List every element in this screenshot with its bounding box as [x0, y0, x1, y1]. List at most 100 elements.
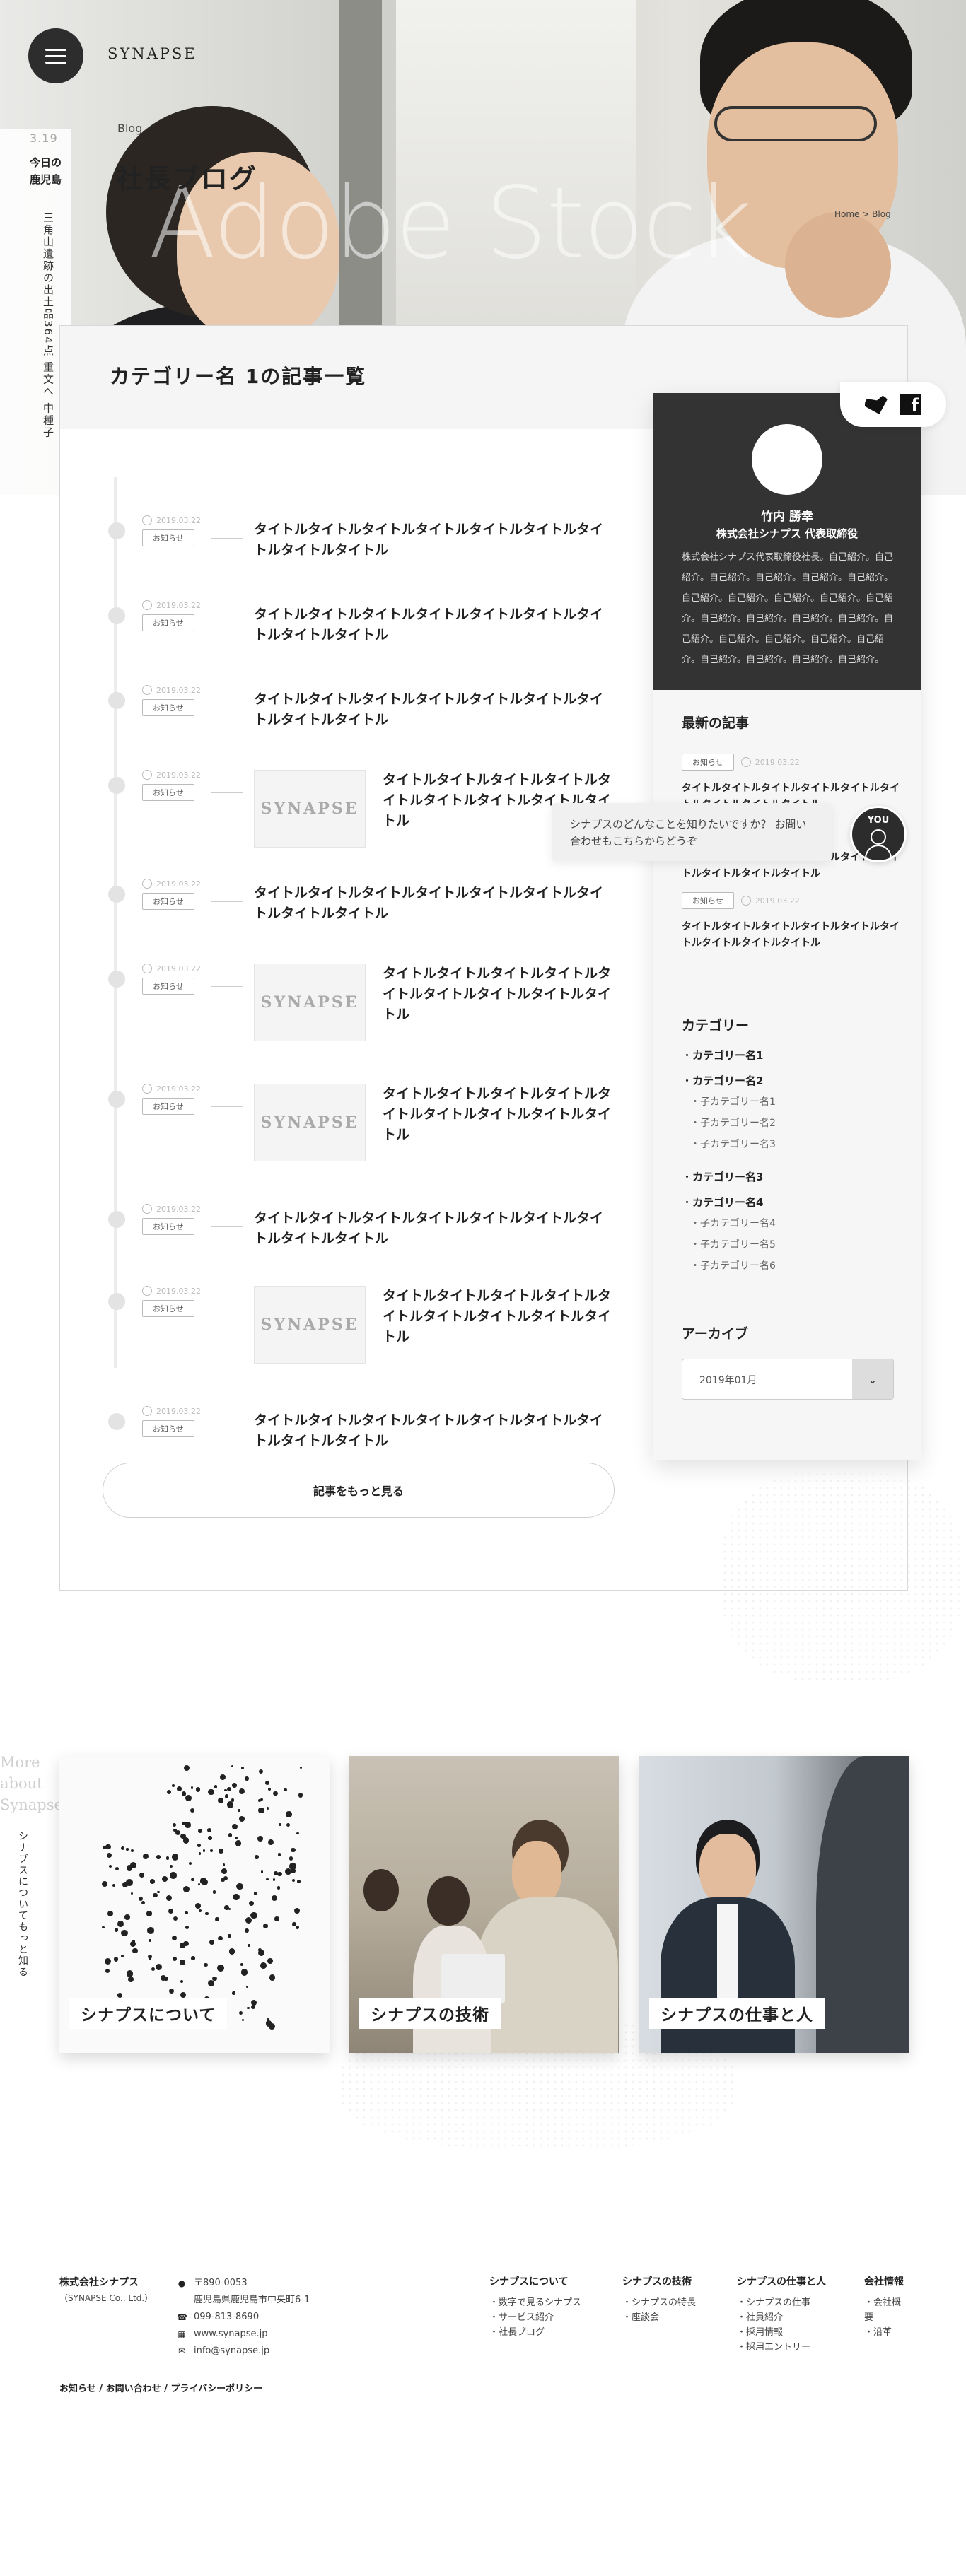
clock-icon [142, 1204, 152, 1214]
article-tag[interactable]: お知らせ [142, 1218, 194, 1235]
category-heading: カテゴリー [682, 1018, 750, 1034]
facebook-icon[interactable]: f [900, 394, 921, 415]
footer-email[interactable]: info@synapse.jp [194, 2343, 269, 2360]
footer-link[interactable]: ・社員紹介 [737, 2310, 826, 2325]
category-item[interactable]: カテゴリー名4 [682, 1195, 763, 1210]
article-title[interactable]: タイトルタイトルタイトルタイトルタイトルタイトルタイトルタイトルタイトル [254, 689, 613, 730]
about-card-label: シナプスについて [69, 1998, 228, 2029]
footer-link[interactable]: ・社長ブログ [489, 2325, 581, 2340]
archive-value: 2019年01月 [699, 1375, 757, 1386]
map-pattern [721, 1470, 962, 1682]
menu-button[interactable] [28, 28, 83, 83]
article-tag[interactable]: お知らせ [142, 1300, 194, 1317]
footer-bottom-link[interactable]: お知らせ [59, 2384, 96, 2394]
category-item[interactable]: カテゴリー名3 [682, 1169, 763, 1184]
footer-column-heading[interactable]: シナプスの技術 [622, 2275, 696, 2290]
footer-link[interactable]: ・シナプスの仕事 [737, 2295, 826, 2310]
footer-bottom-link[interactable]: お問い合わせ [106, 2384, 161, 2394]
category-item[interactable]: カテゴリー名1 [682, 1048, 763, 1062]
footer-link[interactable]: ・採用エントリー [737, 2340, 826, 2355]
timeline-dot [108, 1293, 125, 1310]
archive-select[interactable]: 2019年01月 ⌄ [682, 1359, 894, 1400]
article-tag[interactable]: お知らせ [142, 1420, 194, 1437]
clock-icon [142, 685, 152, 695]
article-tag[interactable]: お知らせ [142, 614, 194, 631]
article-tag[interactable]: お知らせ [142, 978, 194, 995]
subcategory-item[interactable]: 子カテゴリー名2 [690, 1116, 776, 1130]
subcategory-item[interactable]: 子カテゴリー名3 [690, 1137, 776, 1151]
location-icon: ● [178, 2278, 186, 2288]
site-logo[interactable]: SYNAPSE [107, 45, 197, 62]
clock-icon [142, 770, 152, 780]
footer-web[interactable]: www.synapse.jp [194, 2326, 268, 2343]
timeline-dot [108, 1091, 125, 1108]
chat-button[interactable]: YOU [850, 806, 907, 862]
footer-link[interactable]: ・サービス紹介 [489, 2310, 581, 2325]
footer-column-heading[interactable]: 会社情報 [864, 2275, 908, 2290]
footer-link[interactable]: ・採用情報 [737, 2325, 826, 2340]
subcategory-item[interactable]: 子カテゴリー名4 [690, 1216, 776, 1230]
recent-tag[interactable]: お知らせ [682, 892, 734, 909]
article-date: 2019.03.22 [142, 600, 201, 610]
footer-bottom-link[interactable]: プライバシーポリシー [170, 2384, 262, 2394]
article-thumbnail[interactable]: SYNAPSE [254, 1084, 366, 1161]
article-title[interactable]: タイトルタイトルタイトルタイトルタイトルタイトルタイトルタイトルタイトル [383, 1084, 613, 1145]
twitter-icon[interactable] [865, 394, 889, 414]
article-title[interactable]: タイトルタイトルタイトルタイトルタイトルタイトルタイトルタイトルタイトル [254, 520, 613, 561]
chat-avatar-label: YOU [867, 815, 890, 826]
author-name: 竹内 勝幸 [761, 510, 813, 524]
article-thumbnail[interactable]: SYNAPSE [254, 964, 366, 1041]
article-title[interactable]: タイトルタイトルタイトルタイトルタイトルタイトルタイトルタイトルタイトル [254, 604, 613, 645]
footer-link[interactable]: ・会社概要 [864, 2295, 908, 2325]
article-tag[interactable]: お知らせ [142, 893, 194, 910]
subcategory-item[interactable]: 子カテゴリー名1 [690, 1094, 776, 1108]
footer-link[interactable]: ・シナプスの特長 [622, 2295, 696, 2310]
subcategory-item[interactable]: 子カテゴリー名6 [690, 1258, 776, 1272]
breadcrumb[interactable]: Home > Blog [834, 209, 891, 219]
about-card-work[interactable]: シナプスの仕事と人 [639, 1756, 909, 2053]
article-title[interactable]: タイトルタイトルタイトルタイトルタイトルタイトルタイトルタイトルタイトル [383, 1286, 613, 1347]
recent-article[interactable]: お知らせ 2019.03.22 タイトルタイトルタイトルタイトルタイトルタイトルタイ… [682, 892, 901, 952]
load-more-button[interactable]: 記事をもっと見る [103, 1463, 615, 1518]
footer-link-label: 座談会 [632, 2312, 660, 2323]
article-title[interactable]: タイトルタイトルタイトルタイトルタイトルタイトルタイトルタイトルタイトル [254, 1208, 613, 1249]
recent-tag[interactable]: お知らせ [682, 754, 734, 771]
author-bio: 株式会社シナプス代表取締役社長。自己紹介。自己紹介。自己紹介。自己紹介。自己紹介… [682, 552, 894, 665]
recent-meta: お知らせ 2019.03.22 [682, 754, 901, 771]
about-card-technology[interactable]: シナプスの技術 [349, 1756, 619, 2053]
article-thumbnail[interactable]: SYNAPSE [254, 770, 366, 848]
timeline-dot [108, 886, 125, 903]
article-tag[interactable]: お知らせ [142, 699, 194, 716]
recent-title[interactable]: タイトルタイトルタイトルタイトルタイトルタイトルタイトルタイトルタイトル [682, 919, 901, 952]
article-date: 2019.03.22 [142, 770, 201, 780]
about-vertical-text: シナプスについてもっと知る [17, 1831, 28, 1978]
clock-icon [142, 600, 152, 610]
article-tag[interactable]: お知らせ [142, 1098, 194, 1115]
article-title[interactable]: タイトルタイトルタイトルタイトルタイトルタイトルタイトルタイトルタイトル [254, 1410, 613, 1451]
subcategory-item[interactable]: 子カテゴリー名5 [690, 1237, 776, 1251]
daily-headline[interactable]: 三角山遺跡の出土品364点 重文へ 中種子 [41, 212, 55, 438]
footer-column-heading[interactable]: シナプスについて [489, 2275, 581, 2290]
author-role: 株式会社シナプス 代表取締役 [716, 527, 859, 540]
footer-link[interactable]: ・座談会 [622, 2310, 696, 2325]
article-title[interactable]: タイトルタイトルタイトルタイトルタイトルタイトルタイトルタイトルタイトル [383, 964, 613, 1025]
article-tag[interactable]: お知らせ [142, 529, 194, 546]
article-title[interactable]: タイトルタイトルタイトルタイトルタイトルタイトルタイトルタイトルタイトル [254, 883, 613, 924]
chat-message: シナプスのどんなことを知りたいですか？ お問い合わせもこちらからどうぞ [570, 818, 807, 848]
article-tag[interactable]: お知らせ [142, 784, 194, 801]
article-thumbnail[interactable]: SYNAPSE [254, 1286, 366, 1364]
about-card-about[interactable]: シナプスについて [59, 1756, 330, 2053]
chat-prompt[interactable]: シナプスのどんなことを知りたいですか？ お問い合わせもこちらからどうぞ [552, 803, 832, 861]
footer-phone[interactable]: 099-813-8690 [194, 2309, 259, 2326]
category-item[interactable]: カテゴリー名2 [682, 1073, 763, 1088]
footer-link[interactable]: ・沿革 [864, 2325, 908, 2340]
article-meta: 2019.03.22 お知らせ [142, 515, 201, 546]
share-buttons: f [840, 382, 946, 427]
clock-icon [142, 1084, 152, 1094]
about-card-label: シナプスの技術 [359, 1998, 501, 2029]
clock-icon [142, 515, 152, 525]
connector-line [211, 1106, 243, 1107]
sidebar: 竹内 勝幸 株式会社シナプス 代表取締役 株式会社シナプス代表取締役社長。自己紹… [653, 393, 921, 1460]
footer-column-heading[interactable]: シナプスの仕事と人 [737, 2275, 826, 2290]
footer-link[interactable]: ・数字で見るシナプス [489, 2295, 581, 2310]
